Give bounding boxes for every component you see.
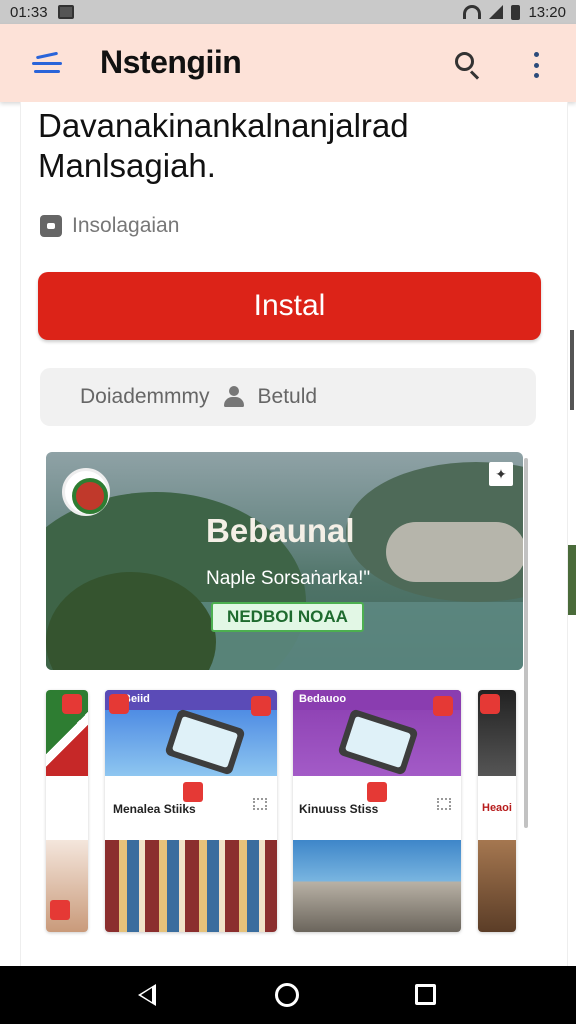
battery-icon: [511, 4, 521, 20]
status-time-right: 13:20: [528, 3, 566, 21]
banner-cta-button[interactable]: NEDBOI NOAA: [211, 602, 364, 632]
banner-title: Bebaunal: [206, 512, 355, 549]
search-icon[interactable]: [455, 52, 481, 80]
scrollbar[interactable]: [524, 458, 528, 828]
side-peek: [568, 545, 576, 615]
recents-icon[interactable]: [415, 984, 436, 1005]
card-badge: [433, 696, 453, 716]
secondary-action-row[interactable]: Doiademmmy Betuld: [40, 368, 536, 426]
menu-icon[interactable]: [32, 51, 62, 74]
card-image: [105, 840, 277, 932]
secondary-right-label: Betuld: [257, 385, 318, 408]
card-app-icon: [367, 782, 387, 802]
signal-icon: [489, 5, 504, 19]
install-info: Insolagaian: [40, 214, 179, 238]
app-card[interactable]: Heaoi: [478, 690, 516, 932]
share-icon[interactable]: [253, 798, 267, 810]
card-badge: [62, 694, 82, 714]
card-strip-label: Bedauoo: [299, 693, 347, 705]
app-title: Nstengiin: [100, 44, 242, 80]
promo-banner[interactable]: ✦ Bebaunal Naple Sorsaṅarka!" NEDBOI NOA…: [46, 452, 523, 670]
person-icon: [222, 386, 246, 408]
status-left: 01:33: [10, 4, 74, 21]
share-icon[interactable]: [437, 798, 451, 810]
secondary-left-label: Doiademmmy: [80, 385, 210, 408]
home-icon[interactable]: [275, 983, 299, 1007]
card-app-icon: [50, 900, 70, 920]
system-nav-bar: [0, 966, 576, 1024]
banner-cloud: [386, 522, 523, 582]
image-notification-icon: [57, 5, 74, 19]
app-card[interactable]: Bedauoo Kinuuss Stiss: [293, 690, 461, 932]
status-bar: 01:33 13:20: [0, 0, 576, 24]
banner-subtitle: Naple Sorsaṅarka!": [206, 568, 371, 589]
status-time-left: 01:33: [10, 3, 48, 21]
card-app-icon: [183, 782, 203, 802]
install-info-label: Insolagaian: [72, 214, 180, 237]
card-badge: [109, 694, 129, 714]
banner-logo: [62, 468, 110, 516]
card-label: Heaoi: [482, 802, 512, 814]
card-image: [293, 840, 461, 932]
card-label: Menalea Stiiks: [113, 802, 196, 816]
side-peek: [570, 330, 574, 410]
install-button[interactable]: Instal: [38, 272, 541, 340]
app-card[interactable]: Beiid Menalea Stiiks: [105, 690, 277, 932]
lock-icon: [40, 215, 62, 237]
card-label: Kinuuss Stiss: [299, 802, 379, 816]
card-image: [478, 840, 516, 932]
app-headline: Davanakinankalnanjalrad Manlsagiah.: [38, 107, 409, 184]
app-card[interactable]: [46, 690, 88, 932]
banner-expand-icon[interactable]: ✦: [489, 462, 513, 486]
card-badge: [480, 694, 500, 714]
more-options-icon[interactable]: [532, 52, 540, 78]
app-bar: Nstengiin: [0, 24, 576, 102]
back-icon[interactable]: [138, 984, 156, 1006]
status-right: 13:20: [463, 4, 566, 21]
wifi-icon: [463, 5, 482, 19]
card-badge: [251, 696, 271, 716]
